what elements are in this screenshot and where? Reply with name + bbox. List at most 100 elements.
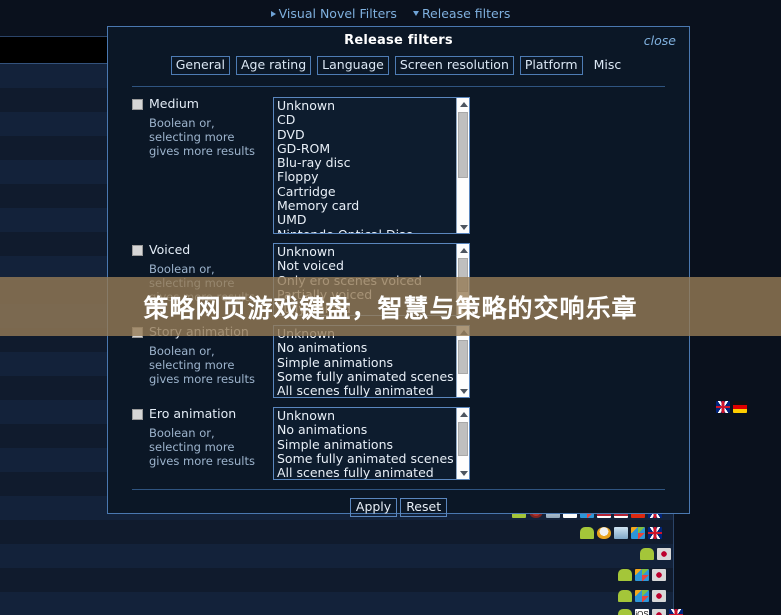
- windows-icon: [631, 527, 645, 539]
- listbox-option[interactable]: Some fully animated scenes: [277, 452, 455, 466]
- dialog-footer-divider: [132, 489, 665, 490]
- scrollbar-thumb[interactable]: [458, 112, 468, 178]
- dialog-tab-bar: General Age rating Language Screen resoluti…: [108, 56, 689, 75]
- listbox-scrollbar[interactable]: [456, 98, 469, 233]
- listbox-scrollbar[interactable]: [456, 326, 469, 397]
- triangle-right-icon: [270, 10, 276, 17]
- flag-jp-icon: [657, 548, 671, 560]
- release-filters-dialog: Release filters close General Age rating L…: [107, 26, 690, 517]
- filter-label: Ero animation: [149, 406, 237, 421]
- close-button[interactable]: close: [644, 33, 676, 48]
- android-icon: [640, 548, 654, 560]
- listbox-option[interactable]: All scenes fully animated: [277, 466, 455, 479]
- android-icon: [618, 590, 632, 602]
- dialog-action-buttons: Apply Reset: [108, 498, 689, 517]
- filter-group: Ero animation Boolean or, selecting more …: [132, 407, 665, 480]
- icon-row: [640, 547, 671, 561]
- listbox-option[interactable]: All scenes fully animated: [277, 384, 455, 397]
- listbox-option[interactable]: GD-ROM: [277, 142, 455, 156]
- reset-button[interactable]: Reset: [400, 498, 448, 517]
- mac-icon: [614, 527, 628, 539]
- tab-language[interactable]: Language: [317, 56, 389, 75]
- listbox-option[interactable]: Memory card: [277, 199, 455, 213]
- tab-general[interactable]: General: [170, 56, 230, 75]
- filter-checkbox-ero-animation[interactable]: Ero animation: [132, 407, 273, 421]
- apply-button[interactable]: Apply: [349, 498, 398, 517]
- table-row[interactable]: [0, 544, 673, 568]
- filter-hint: Boolean or, selecting more gives more re…: [149, 426, 255, 468]
- scroll-down-arrow-icon[interactable]: [457, 385, 469, 397]
- watermark-banner: 策略网页游戏键盘，智慧与策略的交响乐章: [0, 277, 781, 336]
- filter-label-column: Ero animation Boolean or, selecting more …: [132, 407, 273, 468]
- scroll-down-arrow-icon[interactable]: [457, 467, 469, 479]
- listbox-option[interactable]: Simple animations: [277, 356, 455, 370]
- screen-root: iOSiOS Visual Novel Filters Release filt…: [0, 0, 781, 615]
- table-row[interactable]: [0, 592, 673, 615]
- checkbox-icon[interactable]: [132, 98, 143, 110]
- listbox-option[interactable]: Nintendo Optical Disc: [277, 228, 455, 233]
- listbox-option[interactable]: Unknown: [277, 409, 455, 423]
- filter-checkbox-medium[interactable]: Medium: [132, 97, 273, 111]
- tab-age-rating[interactable]: Age rating: [235, 56, 312, 75]
- scrollbar-thumb[interactable]: [458, 422, 468, 456]
- scrollbar-track[interactable]: [457, 420, 469, 467]
- filter-hint: Boolean or, selecting more gives more re…: [149, 116, 255, 158]
- scroll-down-arrow-icon[interactable]: [457, 221, 469, 233]
- table-row[interactable]: [0, 568, 673, 592]
- listbox-option[interactable]: Cartridge: [277, 185, 455, 199]
- linux-icon: [597, 527, 611, 539]
- flag-uk-icon: [669, 609, 683, 615]
- nav-link-release-filters[interactable]: Release filters: [412, 6, 511, 21]
- listbox-option[interactable]: Simple animations: [277, 438, 455, 452]
- listbox-scrollbar[interactable]: [456, 408, 469, 479]
- scroll-up-arrow-icon[interactable]: [457, 244, 469, 256]
- flag-jp-icon: [652, 569, 666, 581]
- listbox-option[interactable]: CD: [277, 113, 455, 127]
- tab-misc[interactable]: Misc: [589, 56, 627, 75]
- listbox-options: UnknownNo animationsSimple animationsSom…: [274, 326, 455, 397]
- filter-group: Medium Boolean or, selecting more gives m…: [132, 97, 665, 234]
- checkbox-icon[interactable]: [132, 244, 143, 256]
- flag-uk-icon: [716, 401, 730, 413]
- scroll-up-arrow-icon[interactable]: [457, 408, 469, 420]
- watermark-banner-text: 策略网页游戏键盘，智慧与策略的交响乐章: [143, 293, 638, 323]
- windows-icon: [635, 590, 649, 602]
- tab-platform[interactable]: Platform: [519, 56, 583, 75]
- flag-jp-icon: [652, 609, 666, 615]
- listbox-option[interactable]: Unknown: [277, 245, 455, 259]
- icon-row: [716, 400, 747, 414]
- listbox-option[interactable]: DVD: [277, 128, 455, 142]
- flag-jp-icon: [652, 590, 666, 602]
- listbox-option[interactable]: Some fully animated scenes: [277, 370, 455, 384]
- listbox-option[interactable]: No animations: [277, 423, 455, 437]
- nav-link-label: Release filters: [421, 6, 511, 21]
- filter-checkbox-voiced[interactable]: Voiced: [132, 243, 273, 257]
- listbox-options: Unknown CD DVD GD-ROM Blu-ray disc Floppy Cart…: [274, 98, 455, 233]
- listbox-options: UnknownNo animationsSimple animationsSom…: [274, 408, 455, 479]
- filter-label-column: Medium Boolean or, selecting more gives m…: [132, 97, 273, 158]
- top-filter-nav: Visual Novel Filters Release filters: [0, 6, 781, 21]
- dialog-title: Release filters: [344, 33, 453, 48]
- scrollbar-thumb[interactable]: [458, 340, 468, 374]
- listbox-option[interactable]: No animations: [277, 341, 455, 355]
- listbox-option[interactable]: UMD: [277, 213, 455, 227]
- scroll-up-arrow-icon[interactable]: [457, 98, 469, 110]
- scrollbar-track[interactable]: [457, 338, 469, 385]
- windows-icon: [635, 569, 649, 581]
- checkbox-icon[interactable]: [132, 408, 143, 420]
- filter-listbox-ero-animation[interactable]: Unknown No animations Simple animations Som…: [273, 407, 470, 480]
- scrollbar-track[interactable]: [457, 110, 469, 221]
- tab-screen-resolution[interactable]: Screen resolution: [394, 56, 514, 75]
- listbox-option[interactable]: Not voiced: [277, 259, 455, 273]
- listbox-option[interactable]: Floppy: [277, 170, 455, 184]
- table-row[interactable]: [0, 520, 673, 544]
- triangle-down-icon: [412, 11, 419, 16]
- ios-icon: iOS: [635, 609, 649, 615]
- icon-row: iOS: [618, 608, 683, 615]
- icon-row: [618, 589, 666, 603]
- filter-listbox-medium[interactable]: Unknown CD DVD GD-ROM Blu-ray disc Floppy Cart…: [273, 97, 470, 234]
- filter-hint: Boolean or, selecting more gives more re…: [149, 344, 255, 386]
- nav-link-visual-novel-filters[interactable]: Visual Novel Filters: [270, 6, 397, 21]
- listbox-option[interactable]: Blu-ray disc: [277, 156, 455, 170]
- listbox-option[interactable]: Unknown: [277, 99, 455, 113]
